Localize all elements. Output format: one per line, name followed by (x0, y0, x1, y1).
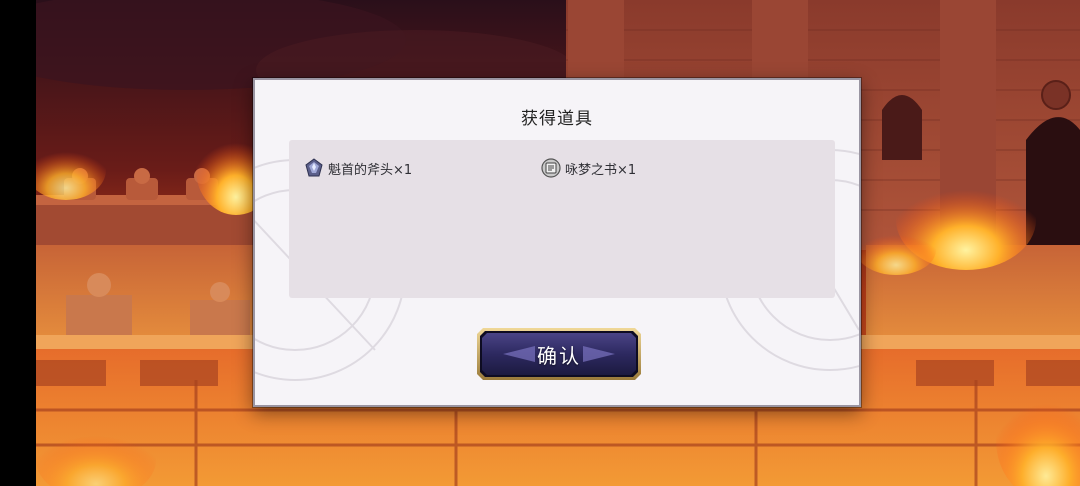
axe-head-icon (304, 158, 324, 178)
confirm-button-label: 确认 (537, 343, 581, 368)
confirm-button[interactable]: 确认 (475, 326, 643, 382)
game-screen: 获得道具 魁首的斧头×1 咏梦之书×1 确认 (0, 0, 1080, 486)
item-obtained-dialog: 获得道具 魁首的斧头×1 咏梦之书×1 确认 (253, 78, 861, 407)
dialog-title: 获得道具 (521, 109, 593, 129)
reward-item[interactable]: 魁首的斧头×1 (304, 158, 412, 178)
reward-item[interactable]: 咏梦之书×1 (541, 158, 636, 178)
dream-book-icon (541, 158, 561, 178)
screen-edge-bar (0, 0, 36, 486)
reward-item-name: 咏梦之书×1 (565, 162, 637, 178)
reward-item-name: 魁首的斧头×1 (328, 162, 413, 178)
reward-item-list: 魁首的斧头×1 咏梦之书×1 (289, 140, 835, 298)
